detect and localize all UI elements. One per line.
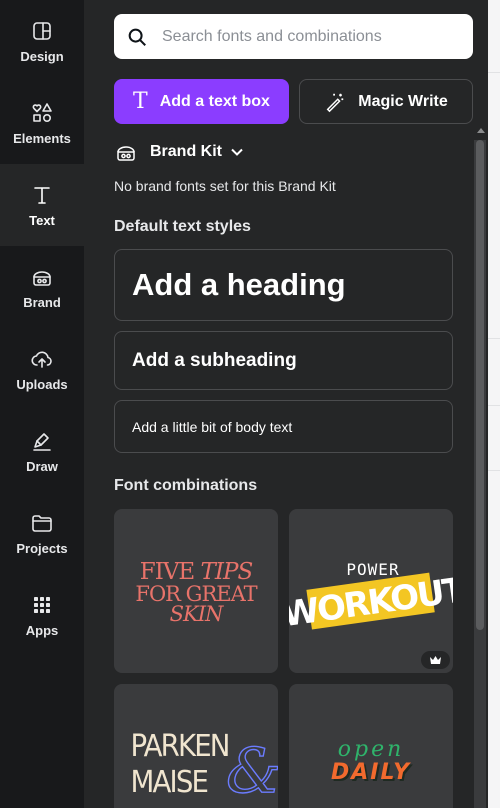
add-subheading-label: Add a subheading [132,349,297,371]
svg-text:SKIN: SKIN [170,602,224,626]
font-combination-parken-maise[interactable]: PARKEN MAISE & [114,684,278,808]
add-body-text-button[interactable]: Add a little bit of body text [114,400,453,453]
add-text-box-label: Add a text box [159,92,270,110]
brand-kit-label: Brand Kit [150,143,222,160]
svg-text:&: & [226,734,278,807]
search-input[interactable] [160,26,454,47]
magic-write-button[interactable]: Magic Write [299,79,473,124]
nav-brand[interactable]: Brand [0,246,84,328]
add-heading-button[interactable]: Add a heading [114,249,453,321]
elements-icon [32,102,52,122]
nav-brand-label: Brand [23,294,61,310]
scroll-up-arrow-icon[interactable] [477,128,485,133]
side-navigation: Design Elements Text Brand Uploads Draw … [0,0,84,808]
panel-scrollbar-thumb[interactable] [476,140,484,630]
nav-text-label: Text [29,212,55,228]
brand-kit-empty-message: No brand fonts set for this Brand Kit [114,178,336,194]
search-icon [128,28,146,46]
text-t-icon: T [133,88,148,114]
projects-icon [32,514,52,532]
design-icon [33,21,51,40]
add-subheading-button[interactable]: Add a subheading [114,331,453,390]
uploads-icon [31,351,52,368]
default-text-styles-title: Default text styles [114,218,251,235]
font-combination-power-workout[interactable]: POWER WORKOUT [289,509,453,673]
nav-elements[interactable]: Elements [0,82,84,164]
power-workout-artwork: POWER WORKOUT [289,560,453,635]
svg-text:DAILY: DAILY [331,760,411,785]
chevron-down-icon [231,148,243,156]
nav-text[interactable]: Text [0,164,84,246]
apps-icon [34,596,50,613]
nav-apps[interactable]: Apps [0,574,84,656]
nav-uploads[interactable]: Uploads [0,328,84,410]
nav-draw-label: Draw [26,458,58,474]
nav-projects-label: Projects [16,540,68,556]
font-combination-open-daily[interactable]: open DAILY DAILY [289,684,453,808]
premium-crown-badge [421,651,450,669]
svg-text:WORKOUT: WORKOUT [289,570,453,635]
draw-icon [33,432,51,451]
font-combination-five-tips[interactable]: FIVE TIPS FOR GREAT SKIN [114,509,278,673]
magic-wand-icon [326,93,344,112]
five-tips-artwork: FIVE TIPS FOR GREAT SKIN [135,559,258,626]
nav-apps-label: Apps [25,622,59,638]
magic-write-label: Magic Write [358,92,448,110]
nav-projects[interactable]: Projects [0,492,84,574]
font-search-box[interactable] [114,14,473,59]
open-daily-artwork: open DAILY DAILY [331,737,411,787]
brand-kit-selector[interactable]: Brand Kit [114,140,244,164]
svg-text:PARKEN: PARKEN [131,728,229,763]
brand-kit-icon [117,146,135,161]
brand-icon [33,270,51,286]
add-body-text-label: Add a little bit of body text [132,418,293,435]
svg-text:POWER: POWER [346,560,399,579]
crown-icon [430,656,441,664]
add-text-box-button[interactable]: T Add a text box [114,79,289,124]
canvas-edge [488,0,500,808]
nav-draw[interactable]: Draw [0,410,84,492]
add-heading-label: Add a heading [132,267,346,302]
nav-uploads-label: Uploads [16,376,68,392]
nav-elements-label: Elements [13,130,71,146]
svg-text:open: open [338,737,405,762]
text-icon [34,186,50,204]
nav-design-label: Design [20,48,64,64]
parken-maise-artwork: PARKEN MAISE & [131,728,278,808]
svg-text:MAISE: MAISE [131,764,208,799]
font-combinations-title: Font combinations [114,477,258,494]
nav-design[interactable]: Design [0,0,84,82]
